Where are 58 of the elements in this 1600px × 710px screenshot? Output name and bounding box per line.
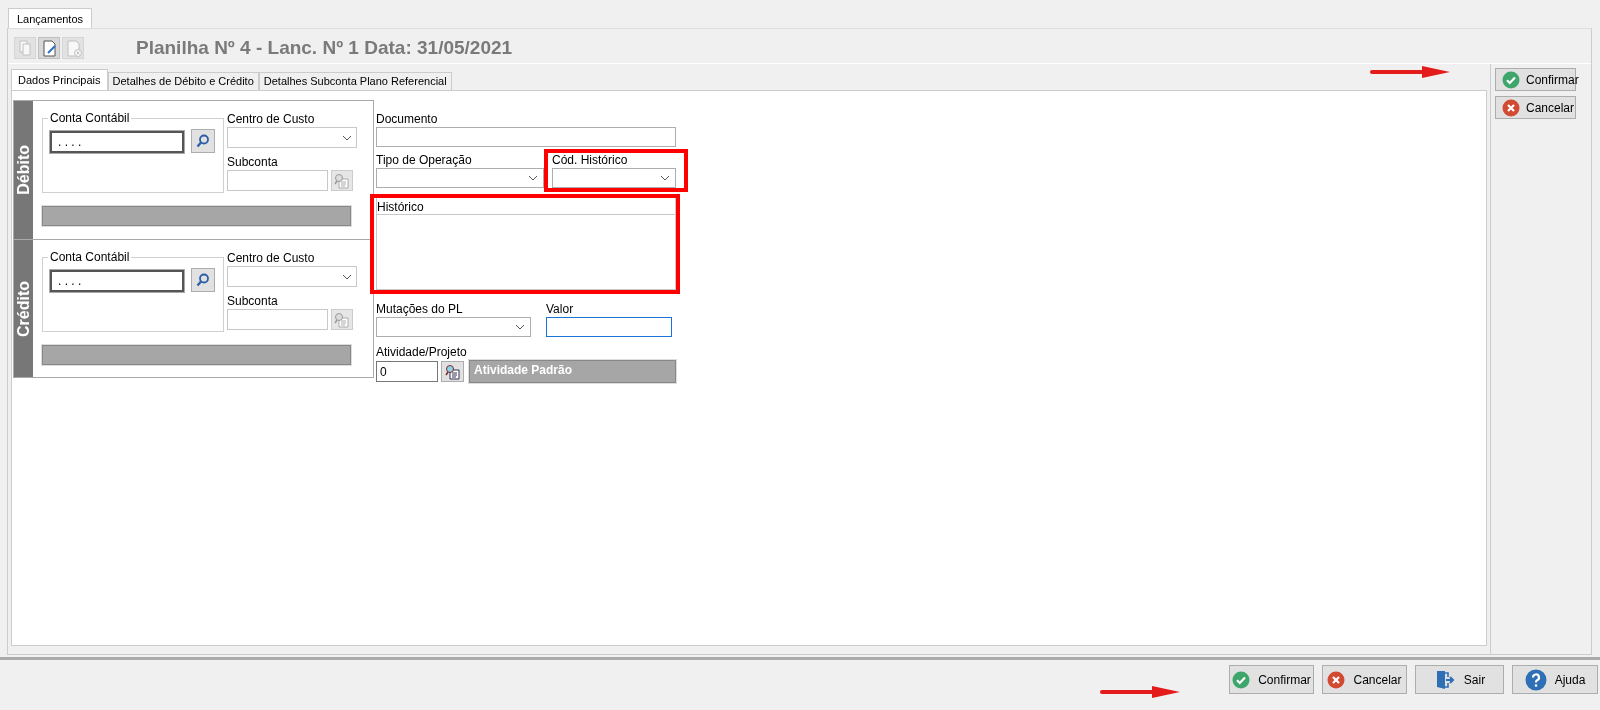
history-code-dropdown[interactable] xyxy=(552,168,676,188)
sheet-title: Planilha Nº 4 - Lanc. Nº 1 Data: 31/05/2021 xyxy=(136,37,513,59)
cost-center-label: Centro de Custo xyxy=(227,111,316,127)
search-button[interactable] xyxy=(191,129,215,153)
amount-field[interactable] xyxy=(546,317,672,337)
page-tab[interactable]: Detalhes Subconta Plano Referencial xyxy=(258,72,452,90)
search-icon xyxy=(196,134,210,148)
cancel-circle-icon xyxy=(1502,98,1520,117)
document-field[interactable] xyxy=(376,127,676,147)
cancel-button[interactable]: Cancelar xyxy=(1322,665,1407,694)
toolbar-button[interactable] xyxy=(38,37,60,59)
dropdown-caret-icon xyxy=(528,175,538,181)
document-search-icon xyxy=(334,172,350,189)
operation-type-dropdown[interactable] xyxy=(376,168,544,188)
section-title: Crédito xyxy=(14,280,33,337)
section-title: Débito xyxy=(14,145,33,195)
search-icon xyxy=(196,273,210,287)
document-search-icon xyxy=(334,311,350,328)
amount-label: Valor xyxy=(546,302,575,317)
search-button[interactable] xyxy=(191,268,215,292)
check-circle-icon xyxy=(1232,670,1251,689)
page-tab[interactable]: Dados Principais xyxy=(11,69,108,90)
cost-center-dropdown[interactable] xyxy=(227,127,357,148)
help-icon xyxy=(1524,668,1547,691)
history-textarea[interactable]: Histórico xyxy=(376,198,676,290)
account-label: Conta Contábil xyxy=(48,111,132,125)
page-tab[interactable]: Detalhes de Débito e Crédito xyxy=(107,72,259,90)
lookup-button[interactable] xyxy=(441,361,464,382)
dropdown-caret-icon xyxy=(342,134,352,141)
account-field[interactable]: . . . . xyxy=(50,270,184,292)
cancel-button[interactable]: Cancelar xyxy=(1495,96,1576,119)
activity-name: Atividade Padrão xyxy=(469,360,676,383)
dropdown-caret-icon xyxy=(342,273,352,280)
cancel-circle-icon xyxy=(1327,670,1346,689)
subaccount-field[interactable] xyxy=(227,309,328,330)
document-search-icon xyxy=(444,363,461,380)
window-tab[interactable]: Lançamentos xyxy=(8,8,93,28)
subaccount-label: Subconta xyxy=(227,154,279,170)
history-label: Histórico xyxy=(377,198,675,215)
cost-center-label: Centro de Custo xyxy=(227,250,316,266)
dropdown-caret-icon xyxy=(515,324,525,330)
subaccount-label: Subconta xyxy=(227,293,279,309)
cost-center-dropdown[interactable] xyxy=(227,266,357,287)
check-circle-icon xyxy=(1502,70,1520,89)
confirm-button[interactable]: Confirmar xyxy=(1229,665,1314,694)
activity-field[interactable]: 0 xyxy=(376,361,438,382)
equity-changes-label: Mutações do PL xyxy=(376,302,464,317)
exit-button[interactable]: Sair xyxy=(1415,665,1504,694)
history-code-label: Cód. Histórico xyxy=(552,153,629,168)
activity-label: Atividade/Projeto xyxy=(376,345,468,360)
equity-changes-dropdown[interactable] xyxy=(376,317,531,337)
help-button[interactable]: Ajuda xyxy=(1512,665,1598,694)
account-field[interactable]: . . . . xyxy=(50,131,184,153)
account-label: Conta Contábil xyxy=(48,250,132,264)
subaccount-field[interactable] xyxy=(227,170,328,191)
operation-type-label: Tipo de Operação xyxy=(376,153,473,168)
dropdown-caret-icon xyxy=(660,175,670,181)
document-label: Documento xyxy=(376,112,439,127)
